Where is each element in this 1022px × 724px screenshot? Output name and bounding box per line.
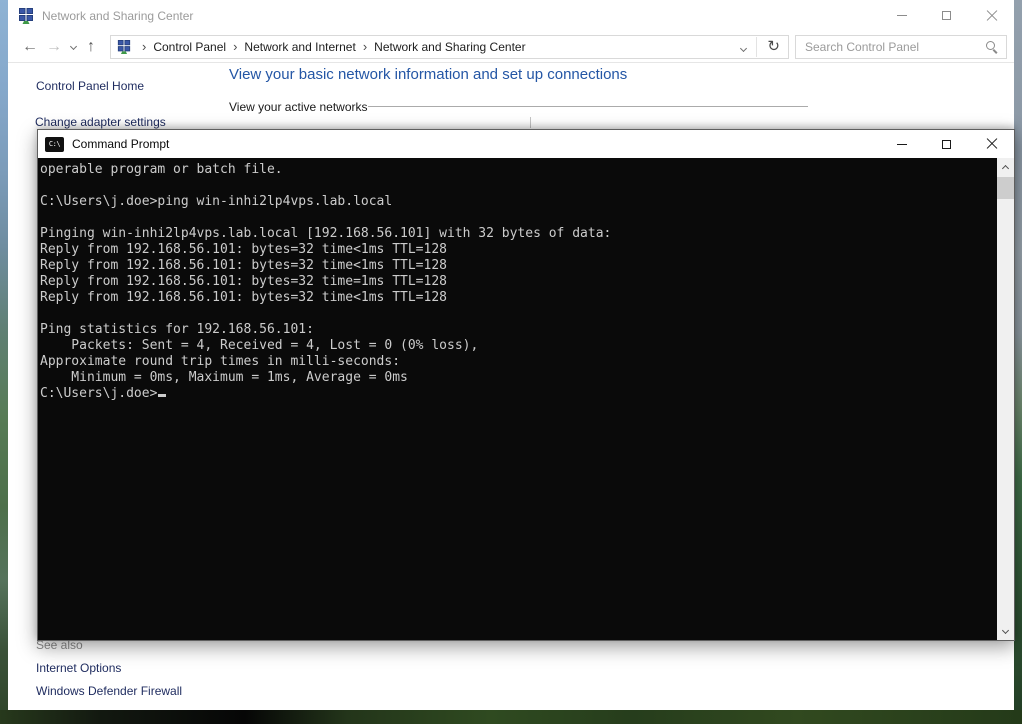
console-prompt: C:\Users\j.doe> xyxy=(40,386,158,401)
address-bar-divider xyxy=(756,36,758,57)
desktop-wallpaper-left xyxy=(0,0,8,724)
desktop-wallpaper-right xyxy=(1014,0,1022,724)
cp-minimize-button[interactable] xyxy=(879,0,924,31)
breadcrumb-network-sharing-center[interactable]: Network and Sharing Center xyxy=(374,40,525,54)
chevron-up-icon xyxy=(1001,164,1010,172)
address-bar[interactable]: › Control Panel › Network and Internet ›… xyxy=(110,34,789,59)
cp-title-bar[interactable]: Network and Sharing Center xyxy=(8,0,1014,31)
chevron-down-icon xyxy=(69,42,77,51)
breadcrumb-separator-icon: › xyxy=(142,39,147,54)
breadcrumb-network-and-internet[interactable]: Network and Internet xyxy=(244,40,355,54)
network-sharing-center-icon xyxy=(19,7,33,24)
search-icon[interactable] xyxy=(985,40,999,54)
sidebar-item-change-adapter-settings[interactable]: Change adapter settings xyxy=(35,115,166,129)
recent-pages-dropdown[interactable] xyxy=(66,42,80,51)
sidebar-item-windows-defender-firewall[interactable]: Windows Defender Firewall xyxy=(36,684,182,698)
occluded-panel-divider xyxy=(530,117,531,128)
section-rule xyxy=(368,106,808,107)
cmd-title-bar[interactable]: C:\ Command Prompt xyxy=(38,130,1014,158)
maximize-icon xyxy=(942,11,951,20)
page-title: View your basic network information and … xyxy=(229,66,628,83)
search-box[interactable] xyxy=(795,34,1007,59)
cmd-window-title: Command Prompt xyxy=(72,137,170,151)
search-input[interactable] xyxy=(796,39,985,54)
toolbar-separator xyxy=(8,62,1014,63)
breadcrumb-separator-icon: › xyxy=(233,39,238,54)
scroll-down-button[interactable] xyxy=(997,623,1014,640)
back-button[interactable]: ← xyxy=(18,38,42,55)
sidebar-item-control-panel-home[interactable]: Control Panel Home xyxy=(36,79,144,93)
close-icon xyxy=(986,10,998,22)
desktop-wallpaper-bottom xyxy=(0,710,1022,724)
console-prompt-line: C:\Users\j.doe> xyxy=(40,386,997,402)
refresh-button[interactable]: ↻ xyxy=(759,39,788,54)
command-prompt-icon: C:\ xyxy=(45,136,64,152)
network-sharing-center-icon xyxy=(117,39,131,54)
cp-maximize-button[interactable] xyxy=(924,0,969,31)
minimize-icon xyxy=(896,143,907,145)
command-prompt-window: C:\ Command Prompt operable program or b… xyxy=(37,129,1015,641)
sidebar-item-internet-options[interactable]: Internet Options xyxy=(36,661,121,675)
minimize-icon xyxy=(896,15,907,16)
breadcrumb-separator-icon: › xyxy=(362,39,368,54)
scroll-up-button[interactable] xyxy=(997,158,1014,175)
up-button[interactable]: ↑ xyxy=(80,38,102,55)
cp-navigation-toolbar: ← → ↑ › Control Panel › Network and Inte… xyxy=(8,31,1014,62)
address-dropdown-button[interactable] xyxy=(733,38,754,56)
maximize-icon xyxy=(942,139,951,149)
console-output[interactable]: operable program or batch file. C:\Users… xyxy=(38,158,997,640)
text-cursor xyxy=(158,394,167,397)
scrollbar-thumb[interactable] xyxy=(997,177,1014,199)
breadcrumb-control-panel[interactable]: Control Panel xyxy=(153,40,226,54)
active-networks-label: View your active networks xyxy=(229,100,368,114)
cmd-close-button[interactable] xyxy=(969,130,1014,158)
cmd-minimize-button[interactable] xyxy=(879,130,924,158)
chevron-down-icon xyxy=(740,44,748,52)
close-icon xyxy=(986,138,998,150)
forward-button[interactable]: → xyxy=(42,38,66,55)
chevron-down-icon xyxy=(1001,626,1010,634)
console-scrollbar[interactable] xyxy=(997,158,1014,640)
console-text: operable program or batch file. C:\Users… xyxy=(40,162,612,385)
cp-window-title: Network and Sharing Center xyxy=(42,8,194,23)
cp-close-button[interactable] xyxy=(969,0,1014,31)
cmd-maximize-button[interactable] xyxy=(924,130,969,158)
